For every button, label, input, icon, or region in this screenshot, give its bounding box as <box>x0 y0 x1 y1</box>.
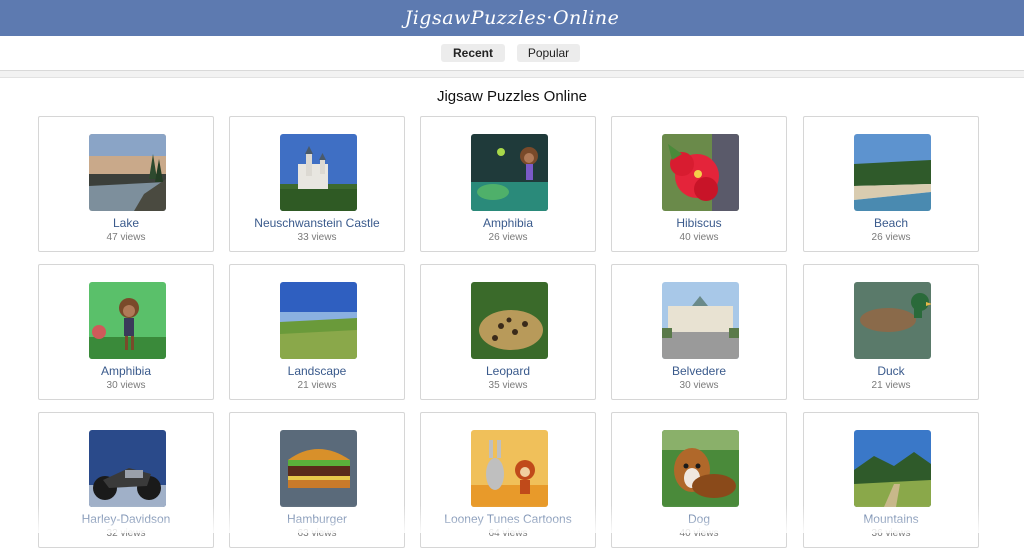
puzzle-thumbnail[interactable] <box>854 282 931 359</box>
puzzle-views: 30 views <box>679 380 719 391</box>
puzzle-views: 30 views <box>106 380 146 391</box>
puzzle-views: 35 views <box>488 380 528 391</box>
puzzle-views: 40 views <box>679 528 719 539</box>
puzzle-title[interactable]: Harley-Davidson <box>39 512 213 526</box>
puzzle-card[interactable]: Hibiscus 40 views <box>611 116 787 252</box>
puzzle-title[interactable]: Lake <box>39 216 213 230</box>
puzzle-views: 21 views <box>297 380 337 391</box>
puzzle-views: 21 views <box>871 380 911 391</box>
puzzle-title[interactable]: Neuschwanstein Castle <box>230 216 404 230</box>
puzzle-thumbnail[interactable] <box>89 134 166 211</box>
puzzle-title[interactable]: Landscape <box>230 364 404 378</box>
puzzle-card[interactable]: Hamburger 63 views <box>229 412 405 548</box>
puzzle-thumbnail[interactable] <box>471 134 548 211</box>
puzzle-thumbnail[interactable] <box>471 430 548 507</box>
puzzle-views: 32 views <box>106 528 146 539</box>
puzzle-card[interactable]: Harley-Davidson 32 views <box>38 412 214 548</box>
puzzle-thumbnail[interactable] <box>89 282 166 359</box>
puzzle-thumbnail[interactable] <box>89 430 166 507</box>
puzzle-title[interactable]: Beach <box>804 216 978 230</box>
puzzle-thumbnail[interactable] <box>280 134 357 211</box>
puzzle-card[interactable]: Beach 26 views <box>803 116 979 252</box>
puzzle-views: 63 views <box>297 528 337 539</box>
puzzle-title[interactable]: Looney Tunes Cartoons <box>421 512 595 526</box>
puzzle-title[interactable]: Hibiscus <box>612 216 786 230</box>
puzzle-views: 40 views <box>679 232 719 243</box>
puzzle-thumbnail[interactable] <box>854 134 931 211</box>
puzzle-title[interactable]: Amphibia <box>39 364 213 378</box>
puzzle-card[interactable]: Looney Tunes Cartoons 64 views <box>420 412 596 548</box>
puzzle-title[interactable]: Belvedere <box>612 364 786 378</box>
puzzle-thumbnail[interactable] <box>662 430 739 507</box>
puzzle-card[interactable]: Lake 47 views <box>38 116 214 252</box>
puzzle-thumbnail[interactable] <box>280 282 357 359</box>
puzzle-thumbnail[interactable] <box>280 430 357 507</box>
puzzle-title[interactable]: Leopard <box>421 364 595 378</box>
puzzle-card[interactable]: Leopard 35 views <box>420 264 596 400</box>
puzzle-views: 64 views <box>488 528 528 539</box>
puzzle-grid: Lake 47 views Neuschwanstein Castle 33 v… <box>0 0 1024 548</box>
puzzle-title[interactable]: Amphibia <box>421 216 595 230</box>
puzzle-thumbnail[interactable] <box>854 430 931 507</box>
puzzle-card[interactable]: Amphibia 30 views <box>38 264 214 400</box>
puzzle-card[interactable]: Mountains 36 views <box>803 412 979 548</box>
puzzle-thumbnail[interactable] <box>471 282 548 359</box>
puzzle-thumbnail[interactable] <box>662 134 739 211</box>
puzzle-title[interactable]: Mountains <box>804 512 978 526</box>
puzzle-title[interactable]: Dog <box>612 512 786 526</box>
puzzle-views: 26 views <box>871 232 911 243</box>
puzzle-card[interactable]: Neuschwanstein Castle 33 views <box>229 116 405 252</box>
puzzle-card[interactable]: Amphibia 26 views <box>420 116 596 252</box>
puzzle-card[interactable]: Belvedere 30 views <box>611 264 787 400</box>
puzzle-views: 33 views <box>297 232 337 243</box>
puzzle-card[interactable]: Dog 40 views <box>611 412 787 548</box>
puzzle-card[interactable]: Duck 21 views <box>803 264 979 400</box>
puzzle-views: 47 views <box>106 232 146 243</box>
puzzle-views: 26 views <box>488 232 528 243</box>
puzzle-title[interactable]: Duck <box>804 364 978 378</box>
puzzle-card[interactable]: Landscape 21 views <box>229 264 405 400</box>
puzzle-thumbnail[interactable] <box>662 282 739 359</box>
puzzle-views: 36 views <box>871 528 911 539</box>
puzzle-title[interactable]: Hamburger <box>230 512 404 526</box>
